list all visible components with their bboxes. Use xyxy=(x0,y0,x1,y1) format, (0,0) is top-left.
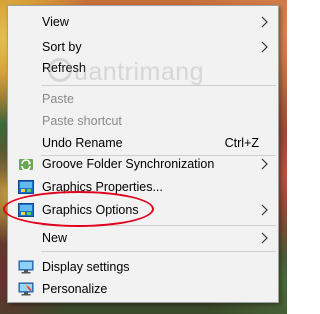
menu-item-label: Sort by xyxy=(42,40,82,54)
context-menu: View Sort by Refresh Paste Paste shortcu… xyxy=(7,5,279,303)
display-icon xyxy=(18,260,34,274)
keyboard-shortcut: Ctrl+Z xyxy=(224,136,259,150)
menu-item-new[interactable]: New xyxy=(9,227,277,249)
menu-item-label: New xyxy=(42,231,68,245)
menu-item-label: Undo Rename xyxy=(42,136,123,150)
menu-item-label: Display settings xyxy=(42,260,130,274)
menu-separator xyxy=(41,225,276,226)
menu-item-label: Personalize xyxy=(42,282,108,296)
menu-item-personalize[interactable]: Personalize xyxy=(9,278,277,300)
watermark-logo xyxy=(48,58,72,82)
menu-item-label: Paste xyxy=(42,92,74,106)
intel-graphics-icon xyxy=(18,180,34,194)
menu-item-label: Groove Folder Synchronization xyxy=(42,157,215,171)
personalize-icon xyxy=(18,282,34,296)
menu-item-label: Paste shortcut xyxy=(42,114,122,128)
menu-item-undo-rename[interactable]: Undo Rename Ctrl+Z xyxy=(9,132,277,154)
menu-item-label: Graphics Properties... xyxy=(42,180,163,194)
menu-item-display-settings[interactable]: Display settings xyxy=(9,256,277,278)
menu-item-sort-by[interactable]: Sort by xyxy=(9,36,277,58)
menu-item-view[interactable]: View xyxy=(9,11,277,33)
chevron-right-icon xyxy=(261,158,268,170)
menu-item-graphics-options[interactable]: Graphics Options xyxy=(9,199,277,221)
menu-item-graphics-properties[interactable]: Graphics Properties... xyxy=(9,176,277,198)
menu-item-paste: Paste xyxy=(9,88,277,110)
chevron-right-icon xyxy=(261,41,268,53)
menu-item-paste-shortcut: Paste shortcut xyxy=(9,110,277,132)
chevron-right-icon xyxy=(261,232,268,244)
intel-graphics-icon xyxy=(18,203,34,217)
chevron-right-icon xyxy=(261,16,268,28)
menu-separator xyxy=(41,251,276,252)
menu-item-label: Graphics Options xyxy=(42,203,139,217)
menu-item-groove-folder-sync[interactable]: Groove Folder Synchronization xyxy=(9,153,277,175)
groove-icon xyxy=(19,159,33,171)
chevron-right-icon xyxy=(261,204,268,216)
watermark-text: uantrimang xyxy=(74,58,205,86)
menu-item-label: View xyxy=(42,15,69,29)
